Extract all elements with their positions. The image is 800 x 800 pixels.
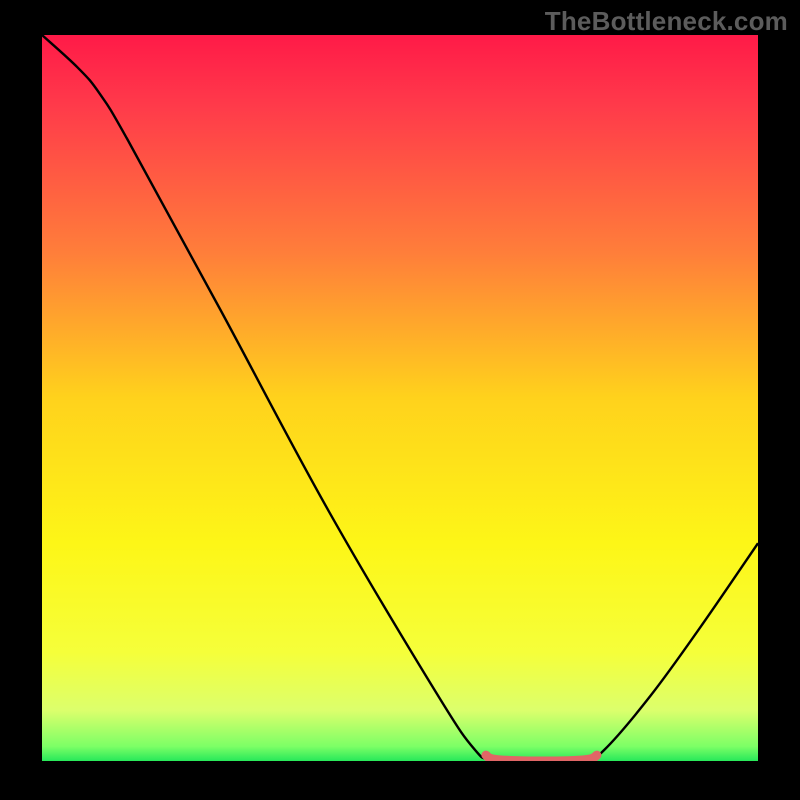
chart-frame: TheBottleneck.com	[0, 0, 800, 800]
plot-svg	[42, 35, 758, 761]
watermark-label: TheBottleneck.com	[545, 6, 788, 37]
plot-area	[42, 35, 758, 761]
background-gradient	[42, 35, 758, 761]
plot-container	[42, 35, 758, 761]
